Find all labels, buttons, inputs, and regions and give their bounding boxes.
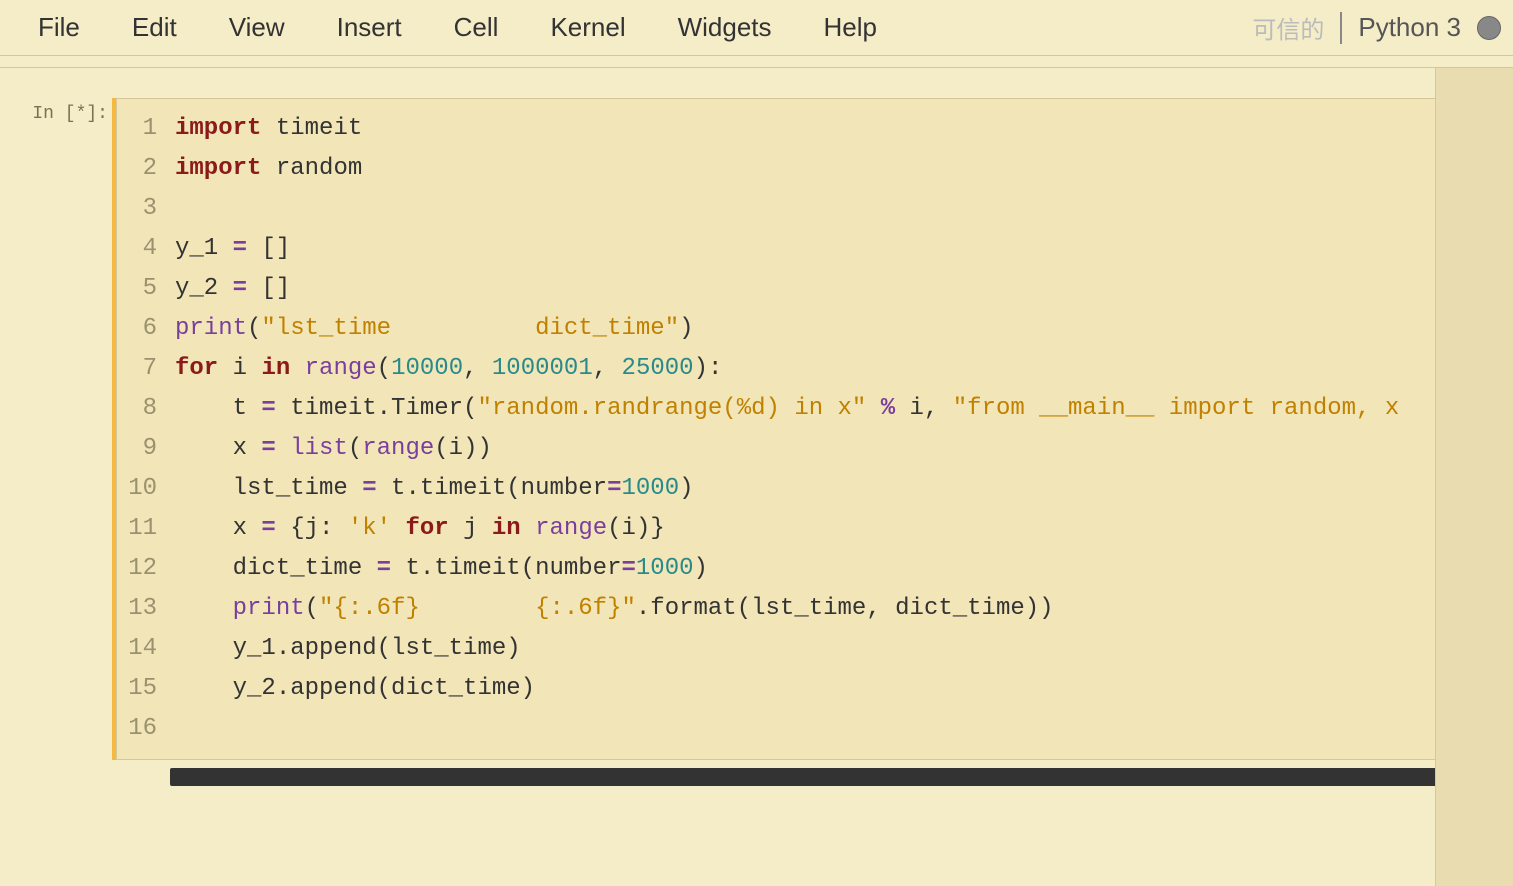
code-line[interactable]: 4y_1 = [] [117,229,1504,269]
kernel-busy-indicator[interactable] [1477,16,1501,40]
code-line[interactable]: 9 x = list(range(i)) [117,429,1504,469]
horizontal-scrollbar[interactable] [170,768,1501,786]
line-content[interactable] [175,709,189,749]
line-content[interactable]: import timeit [175,109,362,149]
vertical-scrollbar-area[interactable] [1435,68,1513,886]
menubar-right: 可信的 Python 3 [1252,10,1501,45]
menu-view[interactable]: View [203,4,311,51]
menu-help[interactable]: Help [798,4,903,51]
line-content[interactable]: x = {j: 'k' for j in range(i)} [175,509,665,549]
line-number: 8 [117,389,175,429]
menu-edit[interactable]: Edit [106,4,203,51]
code-line[interactable]: 13 print("{:.6f} {:.6f}".format(lst_time… [117,589,1504,629]
line-content[interactable]: y_2 = [] [175,269,290,309]
line-content[interactable]: t = timeit.Timer("random.randrange(%d) i… [175,389,1399,429]
code-line[interactable]: 6print("lst_time dict_time") [117,309,1504,349]
code-line[interactable]: 7for i in range(10000, 1000001, 25000): [117,349,1504,389]
code-line[interactable]: 12 dict_time = t.timeit(number=1000) [117,549,1504,589]
line-number: 15 [117,669,175,709]
menu-cell[interactable]: Cell [428,4,525,51]
output-preview [0,786,1513,826]
notebook-area[interactable]: In [*]: 1import timeit2import random3 4y… [0,68,1513,826]
line-number: 13 [117,589,175,629]
line-number: 14 [117,629,175,669]
line-content[interactable]: y_1.append(lst_time) [175,629,521,669]
line-number: 12 [117,549,175,589]
line-number: 6 [117,309,175,349]
line-number: 5 [117,269,175,309]
trusted-label: 可信的 [1252,10,1324,45]
line-number: 1 [117,109,175,149]
menubar: File Edit View Insert Cell Kernel Widget… [0,0,1513,56]
cell-prompt: In [*]: [16,98,116,124]
code-line[interactable]: 8 t = timeit.Timer("random.randrange(%d)… [117,389,1504,429]
menu-widgets[interactable]: Widgets [652,4,798,51]
code-line[interactable]: 10 lst_time = t.timeit(number=1000) [117,469,1504,509]
code-line[interactable]: 15 y_2.append(dict_time) [117,669,1504,709]
toolbar-area [0,56,1513,68]
line-content[interactable]: lst_time = t.timeit(number=1000) [175,469,694,509]
line-number: 3 [117,189,175,229]
code-line[interactable]: 5y_2 = [] [117,269,1504,309]
menu-insert[interactable]: Insert [311,4,428,51]
line-number: 11 [117,509,175,549]
code-line[interactable]: 1import timeit [117,109,1504,149]
line-content[interactable]: x = list(range(i)) [175,429,492,469]
line-content[interactable]: dict_time = t.timeit(number=1000) [175,549,708,589]
line-number: 9 [117,429,175,469]
code-cell[interactable]: In [*]: 1import timeit2import random3 4y… [8,98,1505,760]
line-content[interactable]: for i in range(10000, 1000001, 25000): [175,349,722,389]
line-content[interactable]: y_2.append(dict_time) [175,669,535,709]
line-number: 4 [117,229,175,269]
kernel-name[interactable]: Python 3 [1358,12,1461,43]
line-content[interactable]: import random [175,149,362,189]
menu-items: File Edit View Insert Cell Kernel Widget… [12,4,903,51]
code-line[interactable]: 3 [117,189,1504,229]
code-editor[interactable]: 1import timeit2import random3 4y_1 = []5… [116,98,1505,760]
line-number: 10 [117,469,175,509]
code-line[interactable]: 2import random [117,149,1504,189]
code-line[interactable]: 14 y_1.append(lst_time) [117,629,1504,669]
menu-file[interactable]: File [12,4,106,51]
line-number: 16 [117,709,175,749]
line-number: 2 [117,149,175,189]
menu-kernel[interactable]: Kernel [524,4,651,51]
separator [1340,12,1342,44]
line-number: 7 [117,349,175,389]
line-content[interactable]: print("{:.6f} {:.6f}".format(lst_time, d… [175,589,1054,629]
code-line[interactable]: 11 x = {j: 'k' for j in range(i)} [117,509,1504,549]
code-line[interactable]: 16 [117,709,1504,749]
line-content[interactable]: y_1 = [] [175,229,290,269]
line-content[interactable] [175,189,189,229]
line-content[interactable]: print("lst_time dict_time") [175,309,694,349]
